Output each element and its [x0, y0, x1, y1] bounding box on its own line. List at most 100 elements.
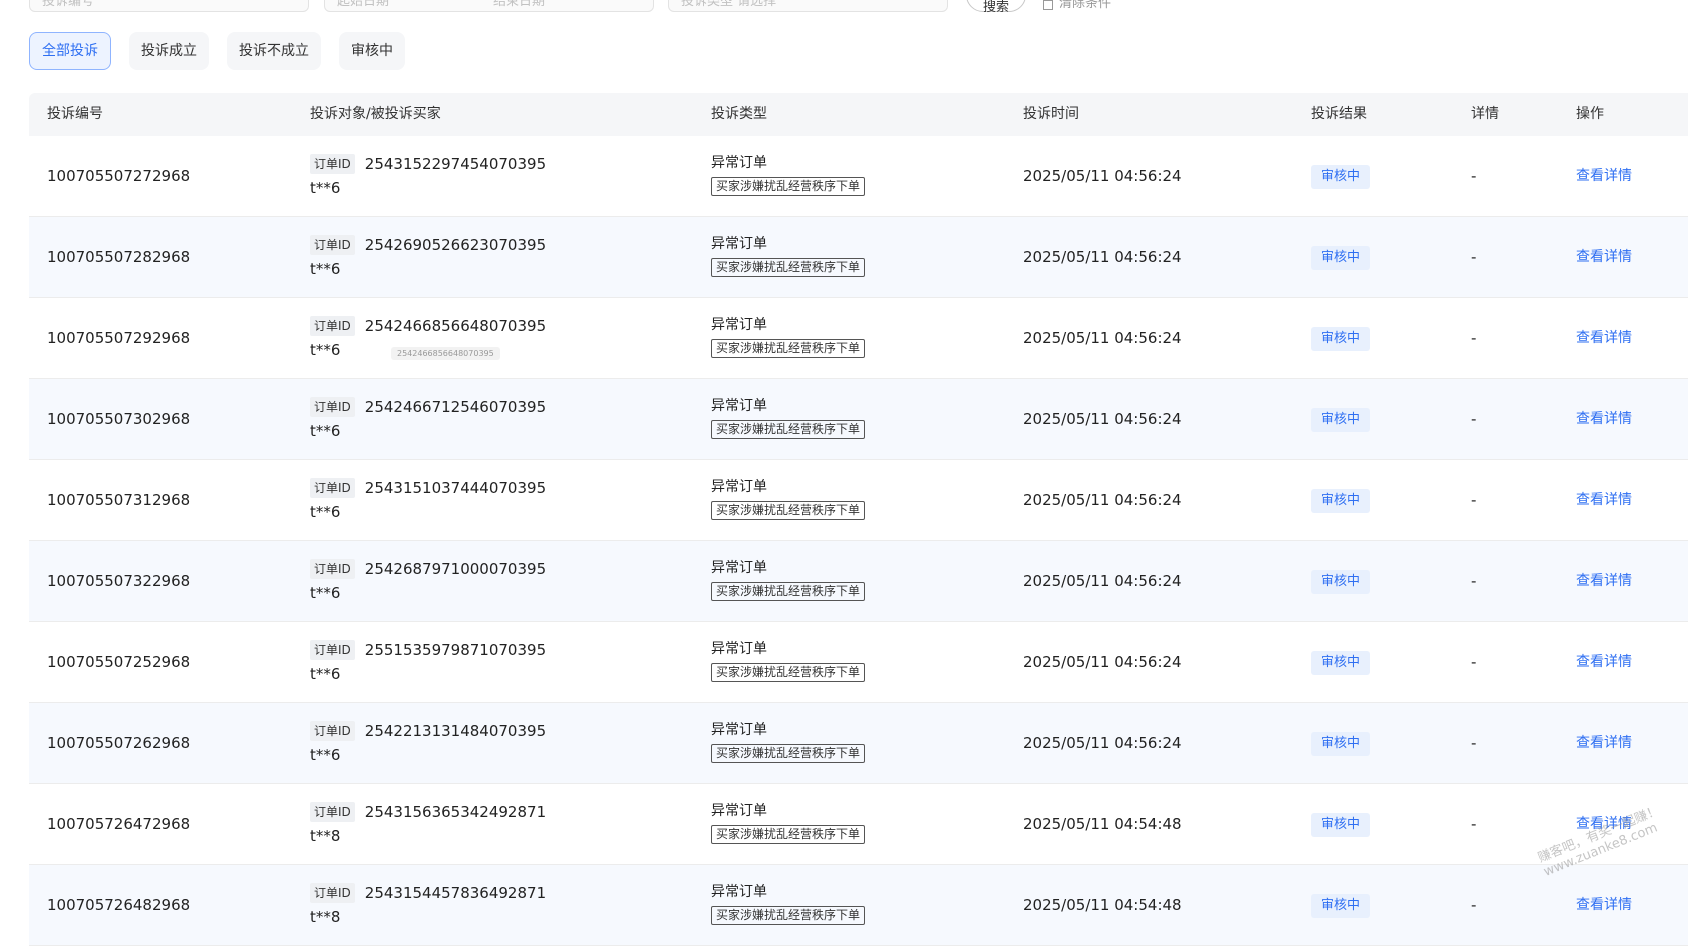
table-row: 100705507322968 订单ID 2542687971000070395 t*… — [29, 541, 1688, 622]
type-tag: 买家涉嫌扰乱经营秩序下单 — [711, 825, 866, 844]
complaint-object: 订单ID 2543156365342492871 t**8 — [310, 801, 546, 845]
order-id: 2551535979871070395 — [364, 641, 547, 659]
complaint-result: 审核中 — [1311, 165, 1371, 189]
complaint-type: 异常订单买家涉嫌扰乱经营秩序下单 — [711, 801, 866, 844]
complaint-id: 100705507252968 — [47, 653, 191, 671]
complaint-detail: - — [1471, 248, 1477, 266]
view-detail-link[interactable]: 查看详情 — [1576, 622, 1632, 703]
status-badge: 审核中 — [1311, 732, 1371, 756]
complaint-result: 审核中 — [1311, 489, 1371, 513]
complaint-time: 2025/05/11 04:54:48 — [1023, 815, 1182, 833]
date-range-picker[interactable]: 起始日期 结束日期 — [324, 0, 654, 12]
table-row: 100705726472968 订单ID 2543156365342492871 t*… — [29, 784, 1688, 865]
table-header: 投诉编号 投诉对象/被投诉买家 投诉类型 投诉时间 投诉结果 详情 操作 — [29, 93, 1688, 136]
complaint-detail: - — [1471, 653, 1477, 671]
status-badge: 审核中 — [1311, 570, 1371, 594]
table-row: 100705507282968 订单ID 2542690526623070395 t*… — [29, 217, 1688, 298]
complaint-result: 审核中 — [1311, 570, 1371, 594]
status-badge: 审核中 — [1311, 489, 1371, 513]
complaint-time: 2025/05/11 04:56:24 — [1023, 653, 1182, 671]
view-detail-link[interactable]: 查看详情 — [1576, 217, 1632, 298]
type-name: 异常订单 — [711, 479, 767, 495]
view-detail-link[interactable]: 查看详情 — [1576, 379, 1632, 460]
order-id-tag: 订单ID — [310, 721, 355, 741]
table-row: 100705507292968 订单ID 2542466856648070395 t*… — [29, 298, 1688, 379]
view-detail-link[interactable]: 查看详情 — [1576, 865, 1632, 946]
type-name: 异常订单 — [711, 560, 767, 576]
complaint-id: 100705507282968 — [47, 248, 191, 266]
complaint-id: 100705507302968 — [47, 410, 191, 428]
buyer-name: t**6 — [310, 584, 341, 602]
complaint-type-select[interactable]: 投诉类型 请选择 — [668, 0, 948, 12]
view-detail-link[interactable]: 查看详情 — [1576, 703, 1632, 784]
type-name: 异常订单 — [711, 641, 767, 657]
status-badge: 审核中 — [1311, 894, 1371, 918]
complaint-id: 100705507262968 — [47, 734, 191, 752]
table-row: 100705507312968 订单ID 2543151037444070395 t*… — [29, 460, 1688, 541]
type-name: 异常订单 — [711, 155, 767, 171]
complaint-detail: - — [1471, 410, 1477, 428]
complaint-object: 订单ID 2543152297454070395 t**6 — [310, 153, 546, 197]
complaint-time: 2025/05/11 04:56:24 — [1023, 491, 1182, 509]
header-detail: 详情 — [1471, 106, 1499, 122]
header-object: 投诉对象/被投诉买家 — [310, 106, 441, 122]
complaint-result: 审核中 — [1311, 327, 1371, 351]
type-tag: 买家涉嫌扰乱经营秩序下单 — [711, 258, 866, 277]
header-id: 投诉编号 — [47, 106, 103, 122]
complaint-table: 投诉编号 投诉对象/被投诉买家 投诉类型 投诉时间 投诉结果 详情 操作 100… — [29, 93, 1688, 946]
header-action: 操作 — [1576, 106, 1604, 122]
search-button[interactable]: 搜索 — [966, 0, 1026, 14]
view-detail-link[interactable]: 查看详情 — [1576, 298, 1632, 379]
complaint-detail: - — [1471, 167, 1477, 185]
complaint-time: 2025/05/11 04:56:24 — [1023, 167, 1182, 185]
complaint-id: 100705507322968 — [47, 572, 191, 590]
tab-2[interactable]: 投诉不成立 — [227, 32, 321, 70]
order-id-tag: 订单ID — [310, 397, 355, 417]
view-detail-link[interactable]: 查看详情 — [1576, 541, 1632, 622]
type-name: 异常订单 — [711, 398, 767, 414]
type-tag: 买家涉嫌扰乱经营秩序下单 — [711, 906, 866, 925]
type-tag: 买家涉嫌扰乱经营秩序下单 — [711, 663, 866, 682]
tab-1[interactable]: 投诉成立 — [129, 32, 209, 70]
view-detail-link[interactable]: 查看详情 — [1576, 136, 1632, 217]
header-time: 投诉时间 — [1023, 106, 1079, 122]
tab-0[interactable]: 全部投诉 — [29, 32, 111, 70]
type-name: 异常订单 — [711, 803, 767, 819]
clear-filters-button[interactable]: 清除条件 — [1043, 0, 1111, 11]
type-tag: 买家涉嫌扰乱经营秩序下单 — [711, 177, 866, 196]
table-row: 100705726482968 订单ID 2543154457836492871 t*… — [29, 865, 1688, 946]
type-tag: 买家涉嫌扰乱经营秩序下单 — [711, 501, 866, 520]
buyer-name: t**6 — [310, 260, 341, 278]
type-tag: 买家涉嫌扰乱经营秩序下单 — [711, 582, 866, 601]
complaint-object: 订单ID 2542690526623070395 t**6 — [310, 234, 546, 278]
table-body: 100705507272968 订单ID 2543152297454070395 t*… — [29, 136, 1688, 946]
buyer-name: t**6 — [310, 503, 341, 521]
complaint-time: 2025/05/11 04:56:24 — [1023, 572, 1182, 590]
complaint-id-input[interactable]: 投诉编号 — [29, 0, 309, 12]
complaint-detail: - — [1471, 572, 1477, 590]
complaint-result: 审核中 — [1311, 408, 1371, 432]
buyer-name: t**8 — [310, 908, 341, 926]
order-id-tooltip: 2542466856648070395 — [391, 347, 500, 360]
complaint-detail: - — [1471, 491, 1477, 509]
complaint-type: 异常订单买家涉嫌扰乱经营秩序下单 — [711, 477, 866, 520]
buyer-name: t**8 — [310, 827, 341, 845]
table-row: 100705507252968 订单ID 2551535979871070395 t*… — [29, 622, 1688, 703]
order-id-tag: 订单ID — [310, 478, 355, 498]
complaint-object: 订单ID 2542213131484070395 t**6 — [310, 720, 546, 764]
tab-3[interactable]: 审核中 — [339, 32, 405, 70]
complaint-id: 100705507292968 — [47, 329, 191, 347]
order-id: 2542466712546070395 — [364, 398, 547, 416]
complaint-detail: - — [1471, 329, 1477, 347]
view-detail-link[interactable]: 查看详情 — [1576, 460, 1632, 541]
complaint-object: 订单ID 2551535979871070395 t**6 — [310, 639, 546, 683]
buyer-name: t**6 — [310, 422, 341, 440]
table-row: 100705507302968 订单ID 2542466712546070395 t*… — [29, 379, 1688, 460]
complaint-detail: - — [1471, 896, 1477, 914]
order-id-tag: 订单ID — [310, 640, 355, 660]
type-name: 异常订单 — [711, 884, 767, 900]
complaint-detail: - — [1471, 734, 1477, 752]
complaint-time: 2025/05/11 04:54:48 — [1023, 896, 1182, 914]
buyer-name: t**6 — [310, 179, 341, 197]
complaint-id: 100705507312968 — [47, 491, 191, 509]
